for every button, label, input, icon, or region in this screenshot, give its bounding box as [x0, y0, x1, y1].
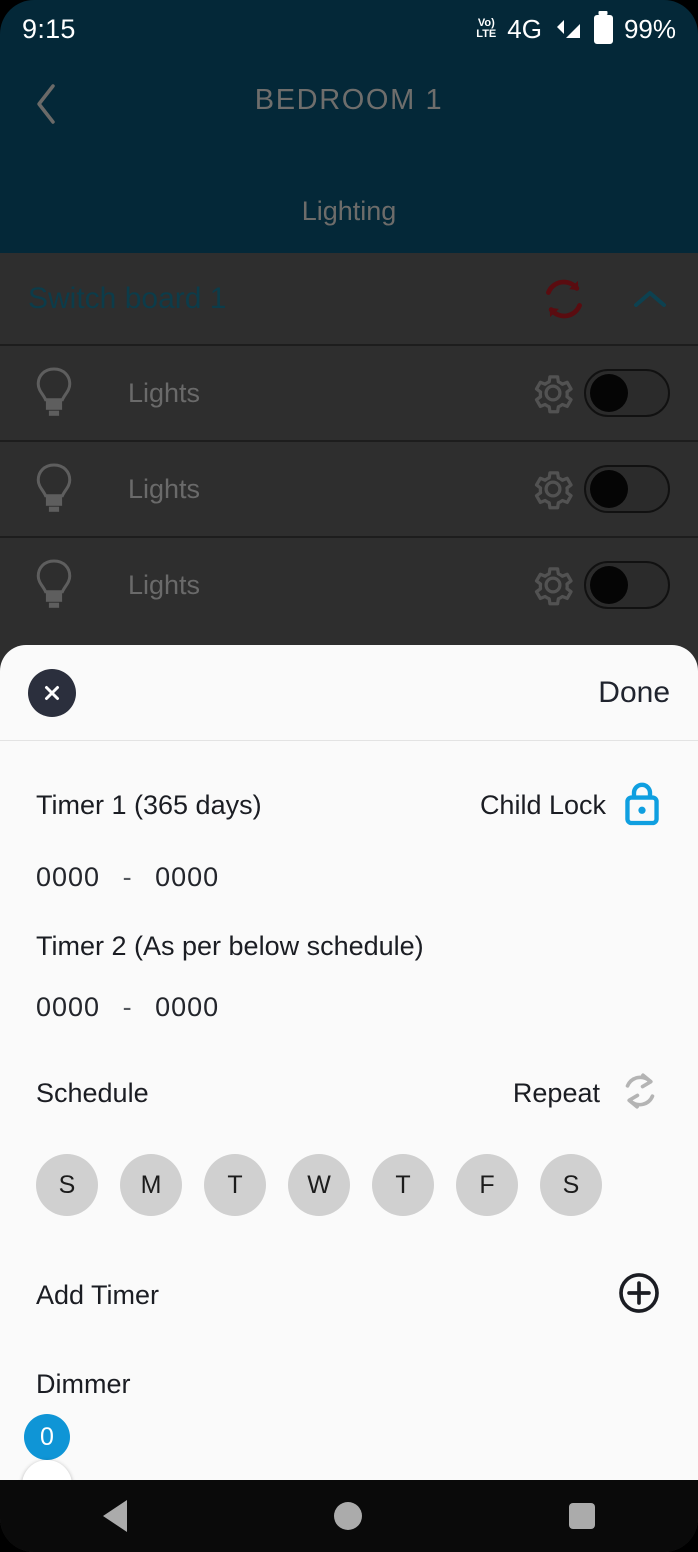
refresh-icon[interactable] [542, 277, 586, 321]
tab-lighting[interactable]: Lighting [302, 196, 397, 241]
status-indicators: Vo) LTE 4G 99% [476, 14, 676, 45]
table-row[interactable]: Lights [0, 440, 698, 536]
switch-board-header[interactable]: Switch board 1 [0, 253, 698, 344]
repeat-label: Repeat [512, 1078, 600, 1108]
lightbulb-icon [28, 462, 80, 516]
dimmer-value-badge: 0 [24, 1414, 70, 1460]
repeat-control[interactable]: Repeat [513, 1069, 662, 1118]
nav-home-icon[interactable] [333, 1502, 362, 1530]
done-button[interactable]: Done [598, 676, 670, 710]
schedule-row: Schedule Repeat [36, 1069, 662, 1118]
tab-bar: Lighting [0, 196, 698, 241]
switch-board-title: Switch board 1 [28, 281, 227, 315]
power-toggle[interactable] [584, 369, 670, 417]
switch-board-actions [542, 277, 670, 321]
child-lock-control[interactable]: Child Lock [480, 779, 662, 832]
day-chip-mon[interactable]: M [120, 1154, 182, 1216]
day-selector: S M T W T F S [36, 1154, 662, 1216]
timer1-header-row: Timer 1 (365 days) Child Lock [36, 741, 662, 832]
timer1-range[interactable]: 0000 - 0000 [36, 862, 662, 893]
dimmer-label: Dimmer [36, 1369, 131, 1399]
lightbulb-icon [28, 558, 80, 612]
timer1-title: Timer 1 (365 days) [36, 790, 262, 820]
chevron-up-icon[interactable] [630, 286, 670, 312]
timer2-end[interactable]: 0000 [155, 992, 219, 1022]
day-chip-thu[interactable]: T [372, 1154, 434, 1216]
toggle-knob [590, 566, 628, 604]
nav-recents-icon[interactable] [568, 1503, 595, 1529]
day-chip-fri[interactable]: F [456, 1154, 518, 1216]
status-clock: 9:15 [22, 13, 76, 44]
network-type-label: 4G [507, 13, 542, 44]
timer2-start[interactable]: 0000 [36, 992, 100, 1022]
plus-circle-icon[interactable] [616, 1270, 662, 1321]
sheet-body: Timer 1 (365 days) Child Lock 0000 - 000 [0, 741, 698, 1480]
battery-icon [593, 14, 613, 44]
day-chip-wed[interactable]: W [288, 1154, 350, 1216]
day-chip-sun[interactable]: S [36, 1154, 98, 1216]
repeat-icon[interactable] [618, 1069, 662, 1118]
dimmer-thumb[interactable] [22, 1460, 72, 1480]
gear-icon[interactable] [522, 562, 584, 608]
signal-icon [553, 16, 583, 42]
close-button[interactable] [28, 668, 76, 717]
toggle-knob [590, 374, 628, 412]
add-timer-row[interactable]: Add Timer [36, 1270, 662, 1321]
sheet-header: Done [0, 645, 698, 741]
toggle-knob [590, 470, 628, 508]
nav-back-icon[interactable] [103, 1500, 128, 1532]
timer1-start[interactable]: 0000 [36, 862, 100, 892]
battery-percent-label: 99% [623, 13, 676, 44]
timer2-dash: - [122, 992, 133, 1022]
status-bar: 9:15 Vo) LTE 4G 99% [0, 0, 698, 58]
tab-lighting-label: Lighting [301, 196, 397, 226]
power-toggle[interactable] [584, 465, 670, 513]
lock-icon[interactable] [622, 779, 662, 832]
app-header: BEDROOM 1 Lighting [0, 58, 698, 253]
timer2-range[interactable]: 0000 - 0000 [36, 992, 662, 1023]
android-nav-bar [0, 1480, 698, 1552]
table-row[interactable]: Lights [0, 344, 698, 440]
schedule-label: Schedule [36, 1078, 149, 1108]
timer-settings-sheet: Done Timer 1 (365 days) Child Lock 0000 … [0, 645, 698, 1480]
day-chip-tue[interactable]: T [204, 1154, 266, 1216]
lightbulb-icon [28, 366, 80, 420]
child-lock-label: Child Lock [479, 790, 606, 820]
row-label: Lights [128, 473, 201, 504]
timer1-end[interactable]: 0000 [155, 862, 219, 892]
dimmer-slider[interactable]: 0 [10, 1408, 662, 1480]
gear-icon[interactable] [522, 466, 584, 512]
row-label: Lights [128, 377, 201, 408]
volte-bottom-label: LTE [476, 28, 497, 40]
volte-icon: Vo) LTE [476, 18, 496, 40]
page-title: BEDROOM 1 [254, 84, 444, 116]
close-icon [45, 685, 59, 700]
table-row[interactable]: Lights [0, 536, 698, 632]
gear-icon[interactable] [522, 370, 584, 416]
timer2-title: Timer 2 (As per below schedule) [36, 931, 424, 961]
phone-screen: 9:15 Vo) LTE 4G 99% BEDROOM 1 Lighting S… [0, 0, 698, 1552]
timer1-dash: - [122, 862, 133, 892]
add-timer-label: Add Timer [36, 1280, 160, 1310]
day-chip-sat[interactable]: S [540, 1154, 602, 1216]
row-label: Lights [128, 569, 201, 600]
power-toggle[interactable] [584, 561, 670, 609]
